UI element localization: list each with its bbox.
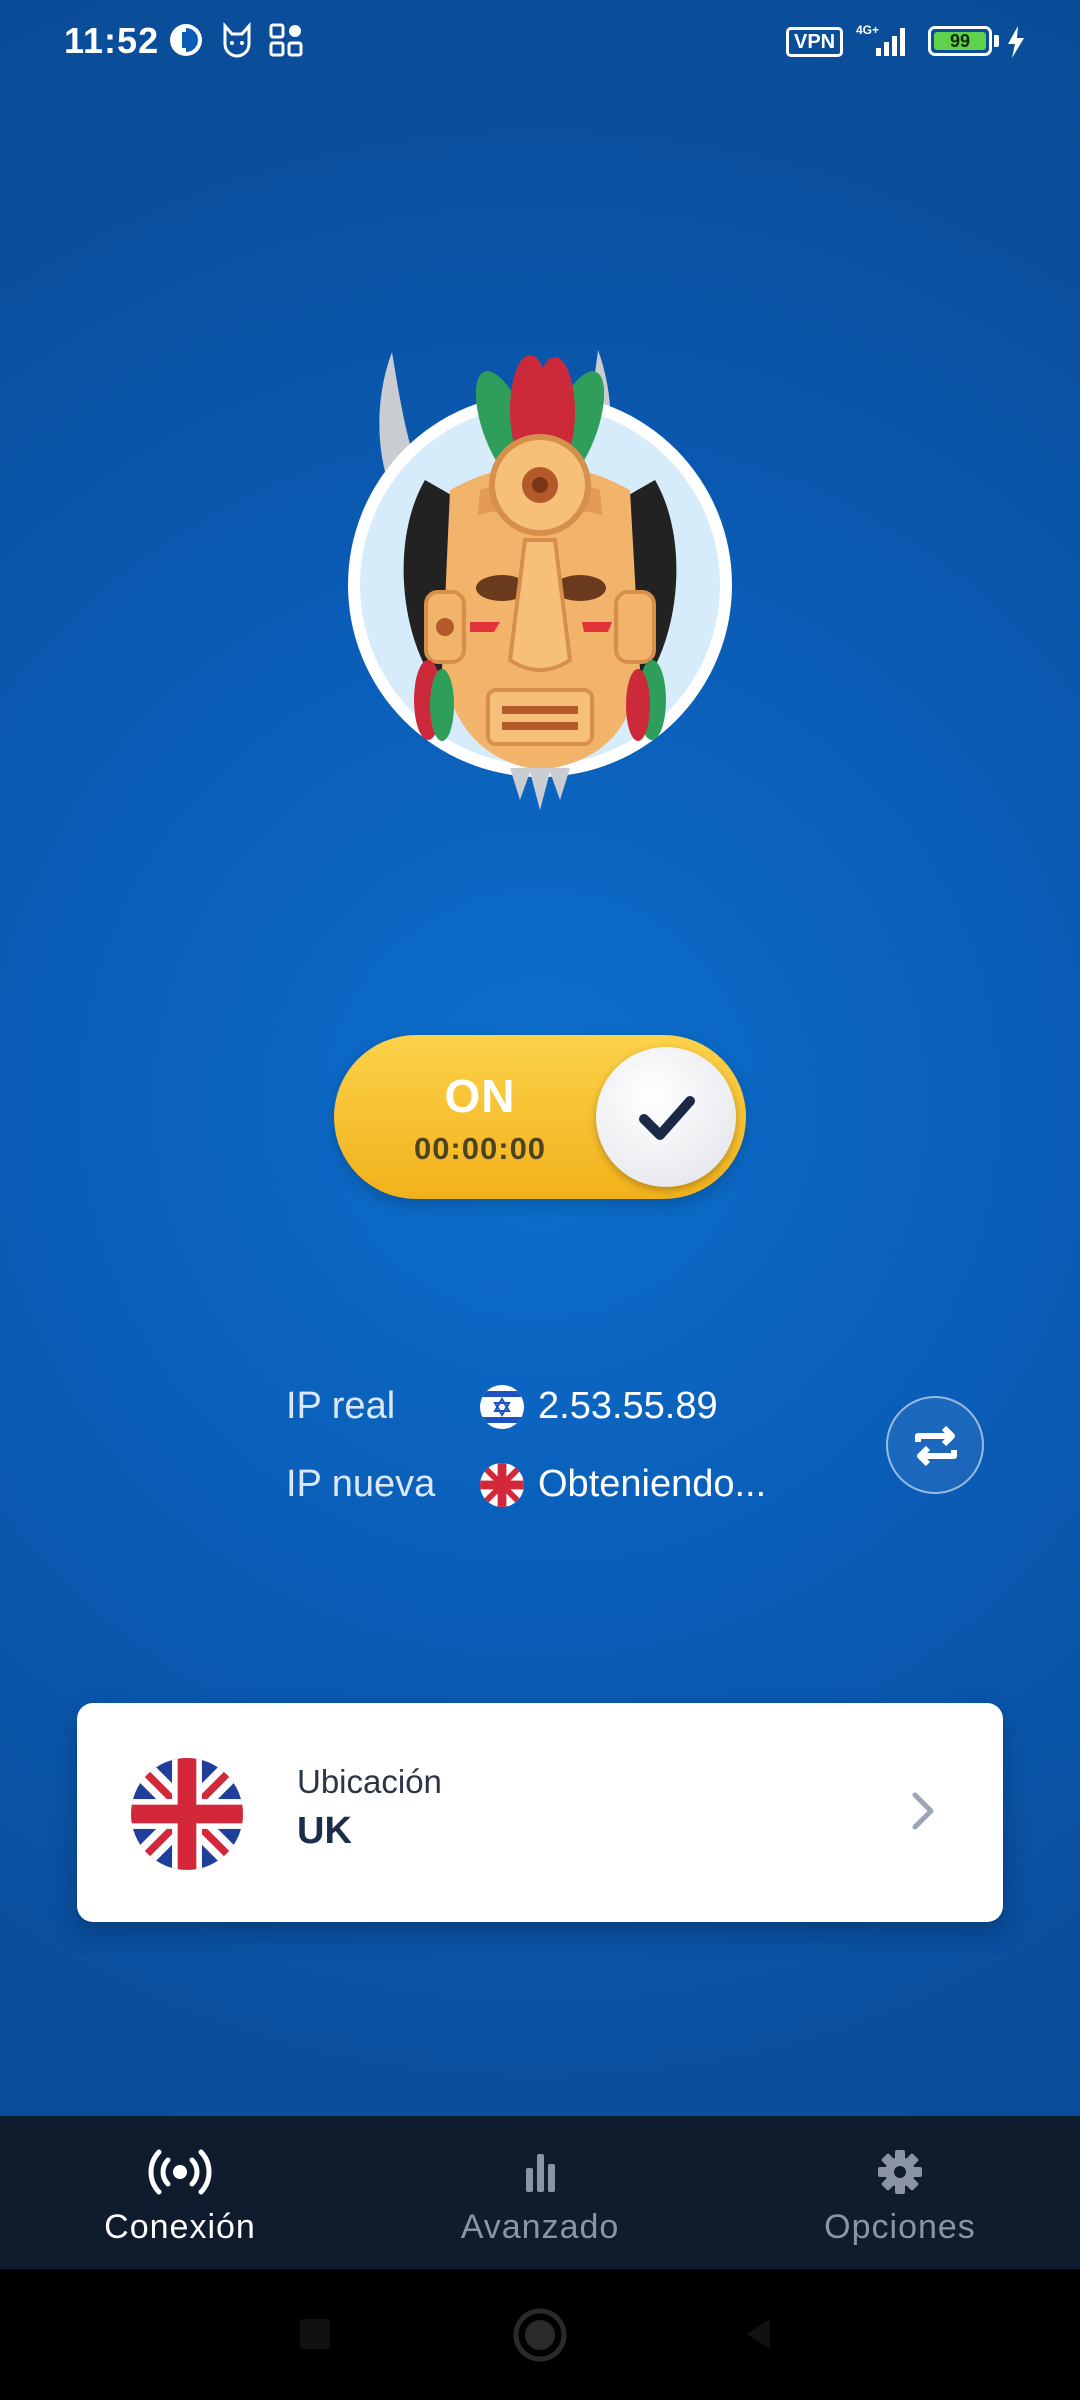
israel-flag-icon	[480, 1385, 524, 1429]
uk-flag-small-icon	[480, 1463, 524, 1507]
network-type-label: 4G+	[856, 23, 879, 37]
toggle-knob[interactable]	[596, 1047, 736, 1187]
battery-level: 99	[934, 32, 986, 50]
system-navigation-bar	[0, 2269, 1080, 2400]
nav-label-avanzado: Avanzado	[460, 2208, 620, 2246]
connection-timer: 00:00:00	[413, 1131, 547, 1166]
uk-flag-icon	[131, 1758, 243, 1870]
battery-tip	[994, 35, 999, 47]
location-selector[interactable]: Ubicación UK	[77, 1703, 1003, 1922]
home-button[interactable]	[512, 2307, 568, 2363]
back-button[interactable]	[740, 2315, 778, 2353]
grid-notification-icon	[268, 22, 304, 63]
chevron-right-icon	[912, 1792, 934, 1830]
ip-real-label: IP real	[286, 1385, 396, 1427]
charging-icon	[1006, 26, 1026, 63]
nav-tab-opciones[interactable]: Opciones	[720, 2116, 1080, 2269]
signal-icon: 4G+	[856, 22, 912, 63]
connection-toggle[interactable]: ON 00:00:00	[334, 1035, 746, 1199]
status-time: 11:52	[64, 20, 160, 61]
nav-tab-avanzado[interactable]: Avanzado	[360, 2116, 720, 2269]
location-value: UK	[297, 1810, 352, 1852]
ip-real-value: 2.53.55.89	[538, 1385, 718, 1427]
change-ip-button[interactable]	[886, 1396, 984, 1494]
ip-new-label: IP nueva	[286, 1463, 436, 1505]
check-icon	[639, 1096, 695, 1140]
nav-label-opciones: Opciones	[824, 2208, 976, 2246]
mascot-avatar	[330, 340, 750, 810]
location-label: Ubicación	[297, 1763, 442, 1800]
gear-icon	[878, 2150, 922, 2194]
nav-tab-conexion[interactable]: Conexión	[0, 2116, 360, 2269]
connection-state-label: ON	[444, 1070, 516, 1122]
ip-new-value: Obteniendo...	[538, 1463, 767, 1505]
recents-button[interactable]	[296, 2315, 334, 2353]
broadcast-icon	[148, 2149, 212, 2195]
cat-notification-icon	[220, 22, 254, 63]
app-notification-icon	[168, 22, 204, 63]
vpn-badge: VPN	[786, 27, 844, 57]
repeat-icon	[915, 1425, 957, 1467]
status-bar: 11:52 VPN 4G+ 99	[0, 0, 1080, 84]
bar-chart-icon	[526, 2154, 555, 2192]
nav-label-conexion: Conexión	[104, 2208, 256, 2246]
battery-icon: 99	[928, 26, 992, 56]
bottom-navigation: Conexión Avanzado Opciones	[0, 2116, 1080, 2269]
